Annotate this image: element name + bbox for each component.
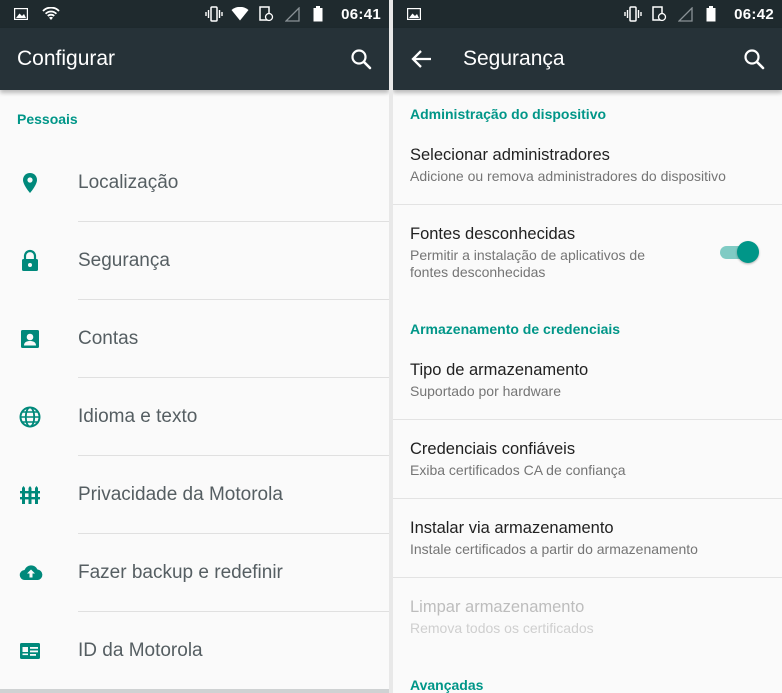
wifi-full-icon bbox=[231, 5, 249, 23]
section-header-advanced: Avançadas bbox=[410, 677, 484, 693]
item-subtitle: Suportado por hardware bbox=[410, 383, 561, 399]
item-subtitle-line2: fontes desconhecidas bbox=[410, 264, 546, 280]
unknown-sources-item[interactable]: Fontes desconhecidas Permitir a instalaç… bbox=[393, 205, 782, 303]
bottom-edge bbox=[0, 689, 389, 693]
settings-item-label: Segurança bbox=[78, 250, 170, 271]
trusted-credentials-item[interactable]: Credenciais confiáveis Exiba certificado… bbox=[393, 420, 782, 498]
settings-item-backup-reset[interactable]: Fazer backup e redefinir bbox=[0, 534, 389, 612]
back-arrow-icon[interactable] bbox=[411, 47, 435, 71]
app-bar: Segurança bbox=[393, 28, 782, 90]
data-saver-icon bbox=[257, 5, 275, 23]
clock: 06:42 bbox=[734, 5, 774, 23]
page-title: Configurar bbox=[17, 47, 116, 70]
clear-storage-item: Limpar armazenamento Remova todos os cer… bbox=[393, 578, 782, 656]
battery-icon bbox=[702, 5, 720, 23]
item-title: Fontes desconhecidas bbox=[410, 225, 576, 243]
item-title: Selecionar administradores bbox=[410, 146, 610, 164]
section-header-credential-storage: Armazenamento de credenciais bbox=[410, 321, 621, 337]
globe-icon bbox=[18, 405, 42, 429]
battery-icon bbox=[309, 5, 327, 23]
image-notification-icon bbox=[405, 5, 423, 23]
vibrate-icon bbox=[205, 5, 223, 23]
clock: 06:41 bbox=[341, 5, 381, 23]
status-bar: 06:42 bbox=[393, 0, 782, 28]
settings-item-motorola-id[interactable]: ID da Motorola bbox=[0, 612, 389, 690]
search-icon[interactable] bbox=[349, 47, 373, 71]
item-subtitle: Instale certificados a partir do armazen… bbox=[410, 541, 698, 557]
unknown-sources-toggle[interactable] bbox=[720, 241, 760, 263]
id-card-icon bbox=[18, 639, 42, 663]
settings-item-label: Fazer backup e redefinir bbox=[78, 562, 283, 583]
settings-item-motorola-privacy[interactable]: Privacidade da Motorola bbox=[0, 456, 389, 534]
page-title: Segurança bbox=[463, 47, 565, 70]
cloud-upload-icon bbox=[18, 561, 43, 585]
fence-icon bbox=[18, 483, 42, 507]
app-bar: Configurar bbox=[0, 28, 389, 90]
item-title: Tipo de armazenamento bbox=[410, 361, 589, 379]
section-header-device-admin: Administração do dispositivo bbox=[410, 106, 607, 122]
item-subtitle-line1: Permitir a instalação de aplicativos de bbox=[410, 247, 646, 263]
settings-item-security[interactable]: Segurança bbox=[0, 222, 389, 300]
search-icon[interactable] bbox=[742, 47, 766, 71]
settings-screen: 06:41 Configurar Pessoais Localização Se… bbox=[0, 0, 389, 693]
item-subtitle: Adicione ou remova administradores do di… bbox=[410, 168, 726, 184]
data-saver-icon bbox=[650, 5, 668, 23]
storage-type-item[interactable]: Tipo de armazenamento Suportado por hard… bbox=[393, 341, 782, 419]
signal-empty-icon bbox=[283, 5, 301, 23]
status-bar: 06:41 bbox=[0, 0, 389, 28]
select-administrators-item[interactable]: Selecionar administradores Adicione ou r… bbox=[393, 126, 782, 204]
item-title: Limpar armazenamento bbox=[410, 598, 585, 616]
item-subtitle: Remova todos os certificados bbox=[410, 620, 594, 636]
item-subtitle: Exiba certificados CA de confiança bbox=[410, 462, 626, 478]
lock-icon bbox=[18, 249, 42, 273]
settings-item-label: Privacidade da Motorola bbox=[78, 484, 283, 505]
settings-item-label: ID da Motorola bbox=[78, 640, 203, 661]
location-pin-icon bbox=[18, 171, 42, 195]
item-title: Instalar via armazenamento bbox=[410, 519, 614, 537]
settings-item-accounts[interactable]: Contas bbox=[0, 300, 389, 378]
account-box-icon bbox=[18, 327, 42, 351]
settings-item-label: Contas bbox=[78, 328, 139, 349]
section-header-personal: Pessoais bbox=[17, 111, 78, 127]
install-from-storage-item[interactable]: Instalar via armazenamento Instale certi… bbox=[393, 499, 782, 577]
toggle-thumb bbox=[737, 241, 759, 263]
security-screen: 06:42 Segurança Administração do disposi… bbox=[393, 0, 782, 693]
settings-item-language[interactable]: Idioma e texto bbox=[0, 378, 389, 456]
settings-item-label: Localização bbox=[78, 172, 179, 193]
image-notification-icon bbox=[12, 5, 30, 23]
wifi-icon bbox=[42, 5, 60, 23]
vibrate-icon bbox=[624, 5, 642, 23]
settings-item-location[interactable]: Localização bbox=[0, 144, 389, 222]
signal-empty-icon bbox=[676, 5, 694, 23]
settings-item-label: Idioma e texto bbox=[78, 406, 198, 427]
item-title: Credenciais confiáveis bbox=[410, 440, 576, 458]
